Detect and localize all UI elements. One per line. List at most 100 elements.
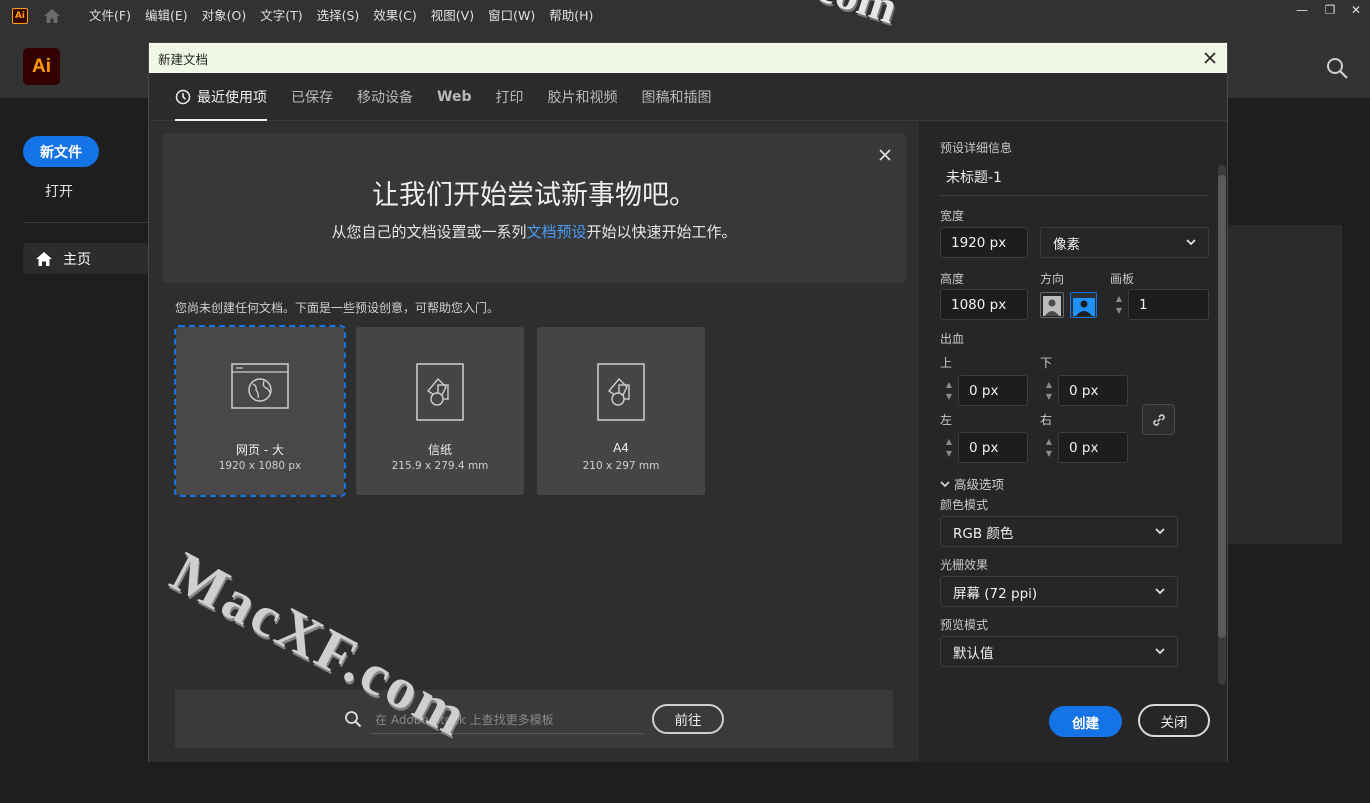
chevron-down-icon bbox=[1155, 588, 1165, 595]
bleed-bottom-field[interactable]: 0 px bbox=[1058, 375, 1128, 406]
create-button[interactable]: 创建 bbox=[1049, 706, 1122, 737]
preset-details-pane: 预设详细信息 未标题-1 宽度 1920 px 像素 高度 方向 画板 1080… bbox=[919, 122, 1227, 762]
bleed-label: 出血 bbox=[940, 332, 965, 346]
tab-saved[interactable]: 已保存 bbox=[291, 73, 333, 121]
unit-value: 像素 bbox=[1053, 236, 1080, 253]
menu-window[interactable]: 窗口(W) bbox=[481, 0, 542, 32]
bleed-top-stepper[interactable]: ▲ ▼ bbox=[940, 375, 958, 406]
advanced-options-toggle[interactable]: 高级选项 bbox=[940, 474, 1004, 493]
link-icon bbox=[1152, 413, 1165, 426]
sidebar-item-label: 主页 bbox=[63, 251, 91, 268]
tab-print[interactable]: 打印 bbox=[495, 73, 523, 121]
menu-effect[interactable]: 效果(C) bbox=[366, 0, 423, 32]
close-button[interactable]: 关闭 bbox=[1138, 704, 1210, 737]
background-panel bbox=[1228, 225, 1342, 544]
hint-text: 您尚未创建任何文档。下面是一些预设创意，可帮助您入门。 bbox=[175, 301, 500, 315]
menu-object[interactable]: 对象(O) bbox=[195, 0, 254, 32]
banner-subtitle: 从您自己的文档设置或一系列文档预设开始以快速开始工作。 bbox=[162, 221, 906, 242]
document-icon bbox=[416, 363, 464, 421]
banner-title: 让我们开始尝试新事物吧。 bbox=[372, 180, 696, 211]
bleed-left-label: 左 bbox=[940, 413, 953, 427]
restore-button[interactable]: ❐ bbox=[1318, 0, 1342, 20]
raster-effects-value: 屏幕 (72 ppi) bbox=[953, 585, 1038, 602]
clock-icon bbox=[175, 89, 191, 104]
bleed-top-label: 上 bbox=[940, 356, 953, 370]
bleed-bottom-stepper[interactable]: ▲ ▼ bbox=[1040, 375, 1058, 406]
preview-mode-label: 预览模式 bbox=[940, 618, 989, 632]
banner-text: 从您自己的文档设置或一系列 bbox=[331, 223, 527, 241]
raster-effects-select[interactable]: 屏幕 (72 ppi) bbox=[940, 576, 1178, 607]
color-mode-value: RGB 颜色 bbox=[953, 525, 1014, 542]
orientation-label: 方向 bbox=[1040, 272, 1065, 286]
tab-recent[interactable]: 最近使用项 bbox=[175, 73, 267, 121]
document-presets-link[interactable]: 文档预设 bbox=[526, 223, 586, 241]
portrait-button[interactable] bbox=[1040, 292, 1064, 318]
go-button[interactable]: 前往 bbox=[652, 704, 724, 734]
width-label: 宽度 bbox=[940, 209, 965, 223]
height-label: 高度 bbox=[940, 272, 965, 286]
artboards-stepper[interactable]: ▲ ▼ bbox=[1110, 289, 1128, 320]
preset-card-letter[interactable]: 信纸 215.9 x 279.4 mm bbox=[356, 327, 524, 495]
dialog-title: 新建文档 bbox=[158, 51, 209, 67]
dialog-title-bar: 新建文档 bbox=[149, 43, 1227, 73]
chevron-down-icon bbox=[1155, 528, 1165, 535]
preview-mode-select[interactable]: 默认值 bbox=[940, 636, 1178, 667]
preset-name: A4 bbox=[613, 441, 629, 455]
bleed-right-label: 右 bbox=[1040, 413, 1053, 427]
artboards-field[interactable]: 1 bbox=[1128, 289, 1209, 320]
preset-card-a4[interactable]: A4 210 x 297 mm bbox=[537, 327, 705, 495]
preset-size: 1920 x 1080 px bbox=[218, 460, 302, 472]
tab-web[interactable]: Web bbox=[437, 73, 471, 121]
bleed-left-field[interactable]: 0 px bbox=[958, 432, 1028, 463]
bleed-bottom-label: 下 bbox=[1040, 356, 1053, 370]
tab-film-video[interactable]: 胶片和视频 bbox=[547, 73, 617, 121]
home-icon bbox=[36, 251, 52, 266]
preset-tabs: 最近使用项 已保存 移动设备 Web 打印 胶片和视频 图稿和插图 bbox=[149, 73, 1227, 121]
advanced-options-label: 高级选项 bbox=[954, 477, 1005, 492]
bleed-right-stepper[interactable]: ▲ ▼ bbox=[1040, 432, 1058, 463]
bleed-top-field[interactable]: 0 px bbox=[958, 375, 1028, 406]
menu-file[interactable]: 文件(F) bbox=[82, 0, 138, 32]
preset-name: 网页 - 大 bbox=[236, 443, 284, 457]
bleed-right-field[interactable]: 0 px bbox=[1058, 432, 1128, 463]
window-close-button[interactable]: ✕ bbox=[1344, 0, 1368, 20]
menu-items: 文件(F) 编辑(E) 对象(O) 文字(T) 选择(S) 效果(C) 视图(V… bbox=[82, 0, 600, 32]
landscape-button[interactable] bbox=[1070, 292, 1097, 318]
search-icon bbox=[345, 711, 362, 728]
document-name-field[interactable]: 未标题-1 bbox=[940, 158, 1209, 196]
tab-mobile[interactable]: 移动设备 bbox=[357, 73, 413, 121]
tab-art-illustration[interactable]: 图稿和插图 bbox=[641, 73, 711, 121]
stock-search-bar: 前往 bbox=[175, 690, 893, 748]
new-file-button[interactable]: 新文件 bbox=[23, 136, 99, 167]
menu-help[interactable]: 帮助(H) bbox=[542, 0, 600, 32]
width-field[interactable]: 1920 px bbox=[940, 227, 1028, 258]
unit-select[interactable]: 像素 bbox=[1040, 227, 1209, 258]
home-icon[interactable] bbox=[42, 7, 62, 25]
artboards-label: 画板 bbox=[1110, 272, 1135, 286]
sidebar-divider bbox=[23, 222, 148, 223]
menu-edit[interactable]: 编辑(E) bbox=[138, 0, 195, 32]
preset-card-web-large[interactable]: 网页 - 大 1920 x 1080 px bbox=[174, 325, 346, 497]
search-icon[interactable] bbox=[1325, 56, 1349, 80]
menu-type[interactable]: 文字(T) bbox=[253, 0, 309, 32]
landscape-icon bbox=[1072, 298, 1095, 316]
portrait-icon bbox=[1043, 296, 1061, 316]
open-button[interactable]: 打开 bbox=[45, 181, 73, 201]
chevron-down-icon bbox=[940, 480, 950, 487]
color-mode-select[interactable]: RGB 颜色 bbox=[940, 516, 1178, 547]
web-icon bbox=[231, 363, 289, 409]
minimize-button[interactable]: — bbox=[1290, 0, 1314, 20]
menu-bar: Ai 文件(F) 编辑(E) 对象(O) 文字(T) 选择(S) 效果(C) 视… bbox=[0, 0, 1370, 32]
link-bleed-button[interactable] bbox=[1142, 404, 1175, 435]
menu-select[interactable]: 选择(S) bbox=[310, 0, 367, 32]
preset-size: 210 x 297 mm bbox=[582, 460, 660, 472]
scrollbar-thumb[interactable] bbox=[1218, 175, 1226, 638]
bleed-left-stepper[interactable]: ▲ ▼ bbox=[940, 432, 958, 463]
color-mode-label: 颜色模式 bbox=[940, 498, 989, 512]
sidebar-item-home[interactable]: 主页 bbox=[23, 243, 148, 274]
close-icon[interactable] bbox=[1201, 49, 1219, 67]
preset-size: 215.9 x 279.4 mm bbox=[391, 460, 489, 472]
close-icon[interactable] bbox=[877, 147, 893, 163]
menu-view[interactable]: 视图(V) bbox=[424, 0, 481, 32]
height-field[interactable]: 1080 px bbox=[940, 289, 1028, 320]
